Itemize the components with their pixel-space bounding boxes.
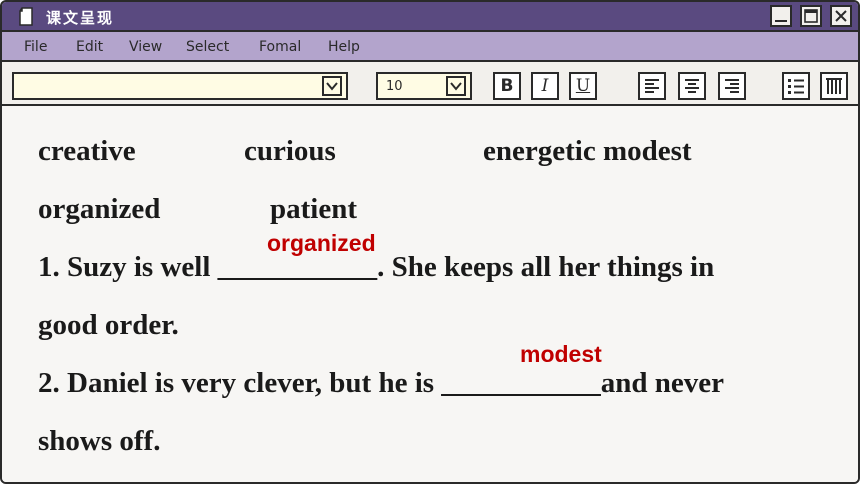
sentence-text: Suzy is well: [67, 251, 218, 283]
close-icon: [835, 10, 847, 22]
sentence-2-continuation: shows off.: [38, 425, 161, 457]
sentence-text: and never: [600, 367, 725, 399]
align-right-icon: [725, 79, 739, 93]
menu-select[interactable]: Select: [186, 39, 229, 55]
window-title: 课文呈现: [46, 9, 115, 27]
app-window: 课文呈现 File Edit View Select Fomal Help 10…: [0, 0, 860, 484]
answer-2: modest: [520, 341, 602, 367]
minimize-button[interactable]: [770, 5, 792, 27]
word-bank-item: organized: [38, 193, 161, 225]
word-bank-item: creative: [38, 135, 136, 167]
document-icon: [19, 7, 33, 26]
menu-edit[interactable]: Edit: [76, 39, 103, 55]
columns-icon: [826, 78, 842, 94]
word-bank-item: energetic modest: [483, 135, 692, 167]
menu-bar: File Edit View Select Fomal Help: [2, 32, 858, 62]
menu-view[interactable]: View: [129, 39, 162, 55]
align-center-button[interactable]: [678, 72, 706, 100]
font-select[interactable]: [12, 72, 348, 100]
size-dropdown-button[interactable]: [446, 76, 466, 96]
chevron-down-icon: [450, 82, 462, 91]
bullet-list-button[interactable]: [782, 72, 810, 100]
font-dropdown-button[interactable]: [322, 76, 342, 96]
toolbar: 10 B I U: [2, 62, 858, 106]
menu-help[interactable]: Help: [328, 39, 360, 55]
minimize-icon: [775, 20, 787, 22]
sentence-1: 1. Suzy is well ___________. She keeps a…: [38, 251, 714, 284]
align-left-icon: [645, 79, 659, 93]
document-content[interactable]: creative curious energetic modest organi…: [2, 108, 858, 482]
word-bank-item: curious: [244, 135, 336, 167]
title-bar[interactable]: 课文呈现: [2, 2, 858, 32]
bold-button[interactable]: B: [493, 72, 521, 100]
chevron-down-icon: [326, 82, 338, 91]
menu-fomal[interactable]: Fomal: [259, 39, 301, 55]
sentence-text: Daniel is very clever, but he is: [67, 367, 442, 399]
columns-button[interactable]: [820, 72, 848, 100]
italic-button[interactable]: I: [531, 72, 559, 100]
sentence-number: 1.: [38, 251, 60, 283]
underline-button[interactable]: U: [569, 72, 597, 100]
close-button[interactable]: [830, 5, 852, 27]
answer-blank: ___________: [217, 251, 378, 283]
italic-icon: I: [541, 76, 549, 96]
menu-file[interactable]: File: [24, 39, 47, 55]
underline-icon: U: [575, 76, 591, 96]
font-size-select[interactable]: 10: [376, 72, 472, 100]
word-bank-item: patient: [270, 193, 357, 225]
font-size-value: 10: [386, 79, 403, 94]
sentence-2: 2. Daniel is very clever, but he is ____…: [38, 367, 724, 400]
align-right-button[interactable]: [718, 72, 746, 100]
align-left-button[interactable]: [638, 72, 666, 100]
align-center-icon: [685, 79, 699, 93]
bold-icon: B: [500, 76, 514, 96]
maximize-icon: [804, 9, 818, 23]
sentence-1-continuation: good order.: [38, 309, 179, 341]
bullet-list-icon: [788, 79, 804, 94]
sentence-number: 2.: [38, 367, 60, 399]
sentence-text: . She keeps all her things in: [377, 251, 715, 283]
maximize-button[interactable]: [800, 5, 822, 27]
answer-blank: ___________: [441, 367, 601, 399]
